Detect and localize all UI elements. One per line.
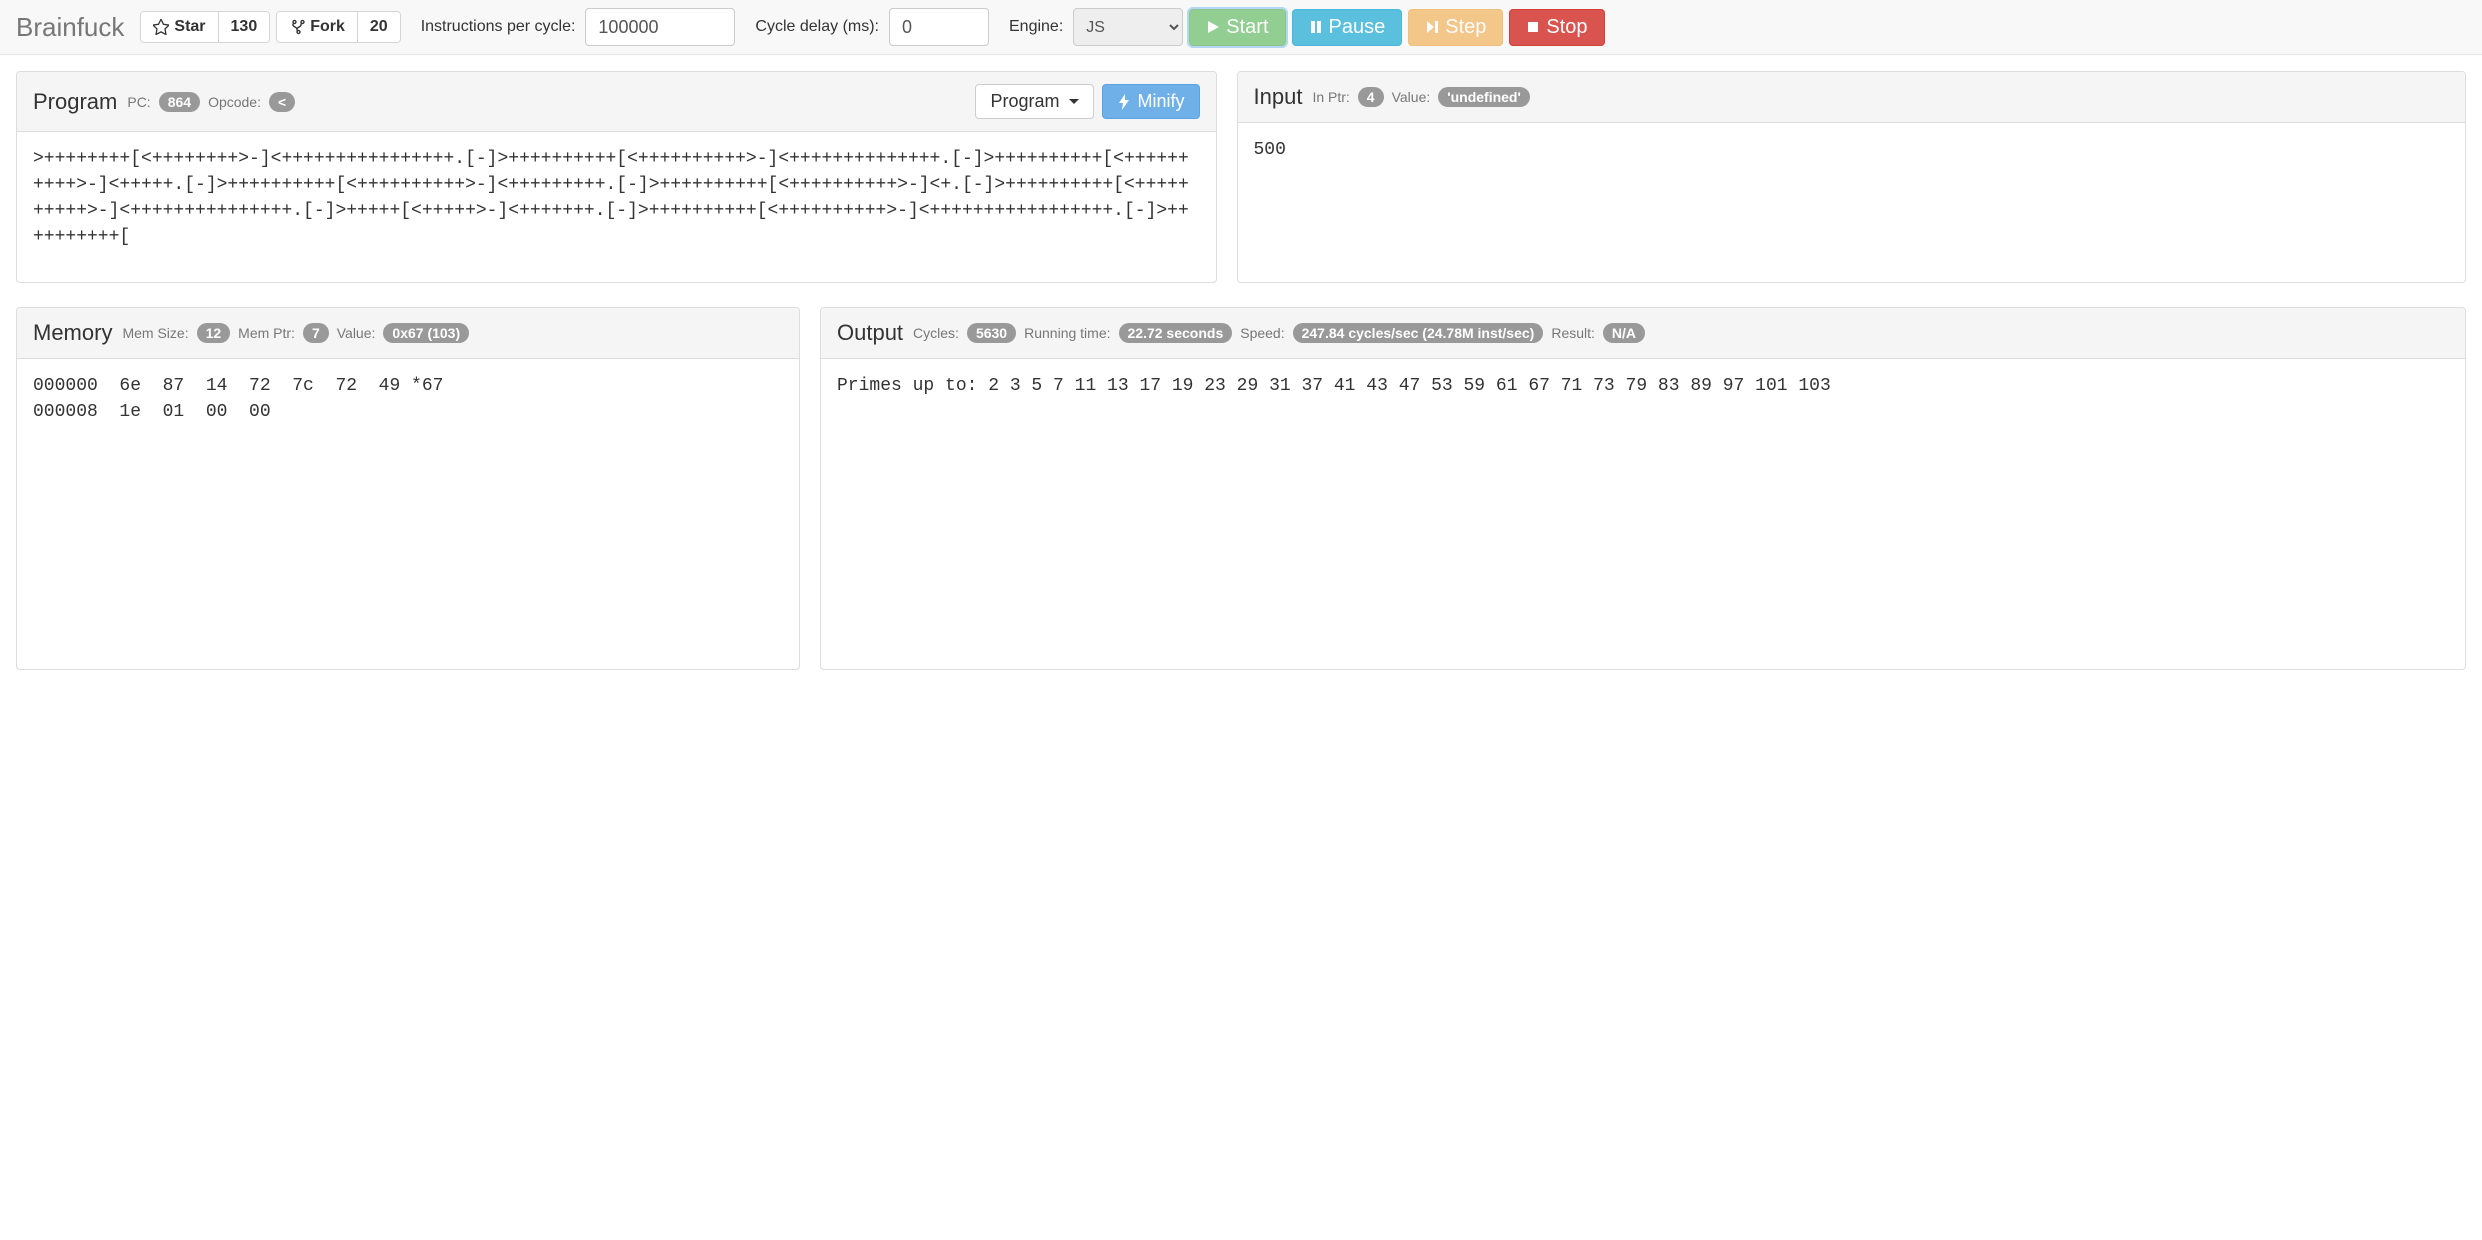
inptr-label: In Ptr: [1312, 89, 1349, 105]
memsize-label: Mem Size: [122, 325, 188, 341]
time-badge: 22.72 seconds [1119, 323, 1233, 343]
memval-label: Value: [337, 325, 376, 341]
memory-panel: Memory Mem Size: 12 Mem Ptr: 7 Value: 0x… [16, 307, 800, 670]
fork-icon [289, 19, 305, 35]
minify-button[interactable]: Minify [1102, 84, 1199, 119]
cycles-badge: 5630 [967, 323, 1016, 343]
memory-title: Memory [33, 320, 112, 346]
speed-label: Speed: [1240, 325, 1284, 341]
pause-label: Pause [1329, 16, 1386, 39]
pc-badge: 864 [159, 92, 200, 112]
memptr-badge: 7 [303, 323, 329, 343]
main: Program PC: 864 Opcode: < Program Minify… [0, 55, 2482, 686]
fork-group: Fork 20 [276, 11, 400, 43]
caret-down-icon [1069, 99, 1079, 104]
navbar: Brainfuck Star 130 Fork 20 Instructions … [0, 0, 2482, 55]
pc-label: PC: [127, 94, 150, 110]
fork-label: Fork [310, 18, 345, 36]
inval-label: Value: [1392, 89, 1431, 105]
fork-count[interactable]: 20 [357, 12, 400, 42]
star-icon [153, 19, 169, 35]
star-group: Star 130 [140, 11, 270, 43]
fork-button[interactable]: Fork [277, 12, 357, 42]
start-label: Start [1226, 16, 1268, 39]
input-title: Input [1254, 84, 1303, 110]
delay-label: Cycle delay (ms): [755, 18, 879, 36]
brand: Brainfuck [16, 12, 124, 43]
input-panel: Input In Ptr: 4 Value: 'undefined' 500 [1237, 71, 2467, 283]
step-icon [1425, 20, 1439, 34]
program-code[interactable]: >++++++++[<++++++++>-]<++++++++++++++++.… [17, 132, 1216, 282]
inptr-badge: 4 [1358, 87, 1384, 107]
engine-select[interactable]: JS [1073, 8, 1183, 46]
inval-badge: 'undefined' [1438, 87, 1530, 107]
star-label: Star [174, 18, 205, 36]
instr-input[interactable] [585, 8, 735, 46]
star-count[interactable]: 130 [218, 12, 270, 42]
memsize-badge: 12 [197, 323, 231, 343]
opcode-label: Opcode: [208, 94, 261, 110]
memory-dump: 000000 6e 87 14 72 7c 72 49 *67 000008 1… [17, 359, 799, 669]
minify-label: Minify [1137, 91, 1184, 112]
output-panel: Output Cycles: 5630 Running time: 22.72 … [820, 307, 2466, 670]
input-content[interactable]: 500 [1238, 123, 2466, 273]
play-icon [1206, 20, 1220, 34]
program-dropdown[interactable]: Program [975, 84, 1094, 119]
memval-badge: 0x67 (103) [383, 323, 469, 343]
result-badge: N/A [1603, 323, 1645, 343]
flash-icon [1117, 94, 1131, 110]
star-button[interactable]: Star [141, 12, 217, 42]
cycles-label: Cycles: [913, 325, 959, 341]
pause-icon [1309, 20, 1323, 34]
output-content: Primes up to: 2 3 5 7 11 13 17 19 23 29 … [821, 359, 2465, 669]
start-button[interactable]: Start [1189, 9, 1285, 46]
stop-label: Stop [1546, 16, 1587, 39]
step-label: Step [1445, 16, 1486, 39]
pause-button[interactable]: Pause [1292, 9, 1403, 46]
program-panel: Program PC: 864 Opcode: < Program Minify… [16, 71, 1217, 283]
speed-badge: 247.84 cycles/sec (24.78M inst/sec) [1293, 323, 1544, 343]
memptr-label: Mem Ptr: [238, 325, 295, 341]
program-title: Program [33, 89, 117, 115]
result-label: Result: [1551, 325, 1595, 341]
opcode-badge: < [269, 92, 295, 112]
step-button[interactable]: Step [1408, 9, 1503, 46]
stop-icon [1526, 20, 1540, 34]
engine-label: Engine: [1009, 18, 1063, 36]
stop-button[interactable]: Stop [1509, 9, 1604, 46]
instr-label: Instructions per cycle: [421, 18, 576, 36]
program-dropdown-label: Program [990, 91, 1059, 112]
output-title: Output [837, 320, 903, 346]
delay-input[interactable] [889, 8, 989, 46]
time-label: Running time: [1024, 325, 1110, 341]
